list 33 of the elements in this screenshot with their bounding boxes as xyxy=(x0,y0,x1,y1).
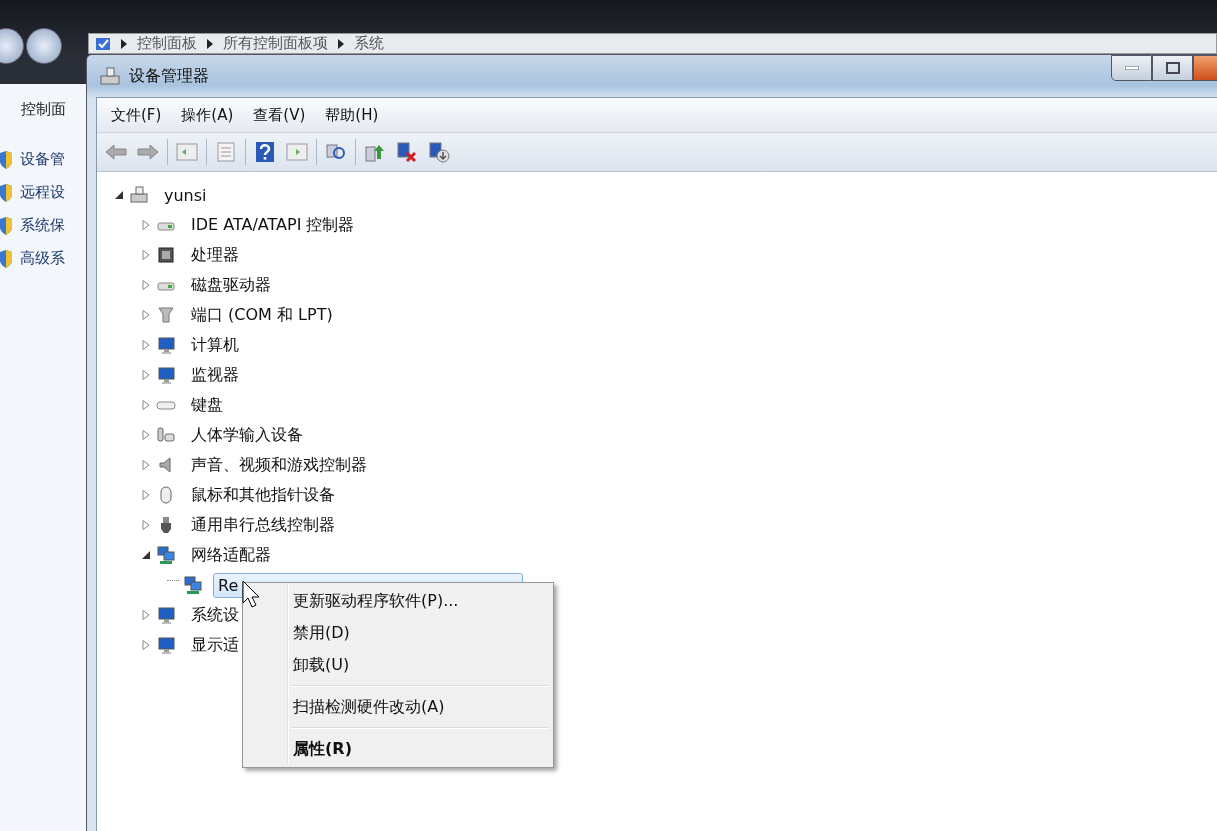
task-link[interactable]: 远程设 xyxy=(20,183,65,202)
tree-item[interactable]: yunsi xyxy=(159,182,212,208)
tree-item[interactable]: 人体学输入设备 xyxy=(186,421,308,449)
menu-item[interactable]: 属性(R) xyxy=(245,733,551,765)
tree-item[interactable]: 计算机 xyxy=(186,331,244,359)
tree-item[interactable]: 显示适 xyxy=(186,631,244,659)
menu-item[interactable]: 扫描检测硬件改动(A) xyxy=(245,691,551,723)
menu-item[interactable]: 文件(F) xyxy=(103,101,170,129)
breadcrumb-item[interactable]: 系统 xyxy=(354,34,384,53)
task-link[interactable]: 系统保 xyxy=(20,216,65,235)
tree-item[interactable]: 键盘 xyxy=(186,391,228,419)
task-link[interactable]: 设备管 xyxy=(20,150,65,169)
task-link[interactable]: 高级系 xyxy=(20,249,65,268)
tree-item[interactable]: 网络适配器 xyxy=(186,541,276,569)
tree-item[interactable]: 监视器 xyxy=(186,361,244,389)
menu-item[interactable]: 帮助(H) xyxy=(317,101,387,129)
tree-item[interactable]: 端口 (COM 和 LPT) xyxy=(186,301,338,329)
tree-item[interactable]: 通用串行总线控制器 xyxy=(186,511,340,539)
menu-item[interactable]: 查看(V) xyxy=(245,101,314,129)
address-bar[interactable]: 控制面板 所有控制面板项 系统 xyxy=(88,33,1217,54)
tree-item[interactable]: 磁盘驱动器 xyxy=(186,271,276,299)
pane-title: 控制面 xyxy=(21,100,66,119)
tree-item[interactable]: IDE ATA/ATAPI 控制器 xyxy=(186,211,360,239)
tree-item[interactable]: 声音、视频和游戏控制器 xyxy=(186,451,372,479)
breadcrumb-item[interactable]: 所有控制面板项 xyxy=(223,34,328,53)
tree-item[interactable]: 鼠标和其他指针设备 xyxy=(186,481,340,509)
tree-item[interactable]: 处理器 xyxy=(186,241,244,269)
menu-item[interactable]: 禁用(D) xyxy=(245,617,551,649)
window-title: 设备管理器 xyxy=(129,65,209,87)
menu-item[interactable]: 操作(A) xyxy=(173,101,242,129)
menu-item[interactable]: 卸载(U) xyxy=(245,649,551,681)
tree-item[interactable]: 系统设 xyxy=(186,601,244,629)
breadcrumb-item[interactable]: 控制面板 xyxy=(137,34,197,53)
